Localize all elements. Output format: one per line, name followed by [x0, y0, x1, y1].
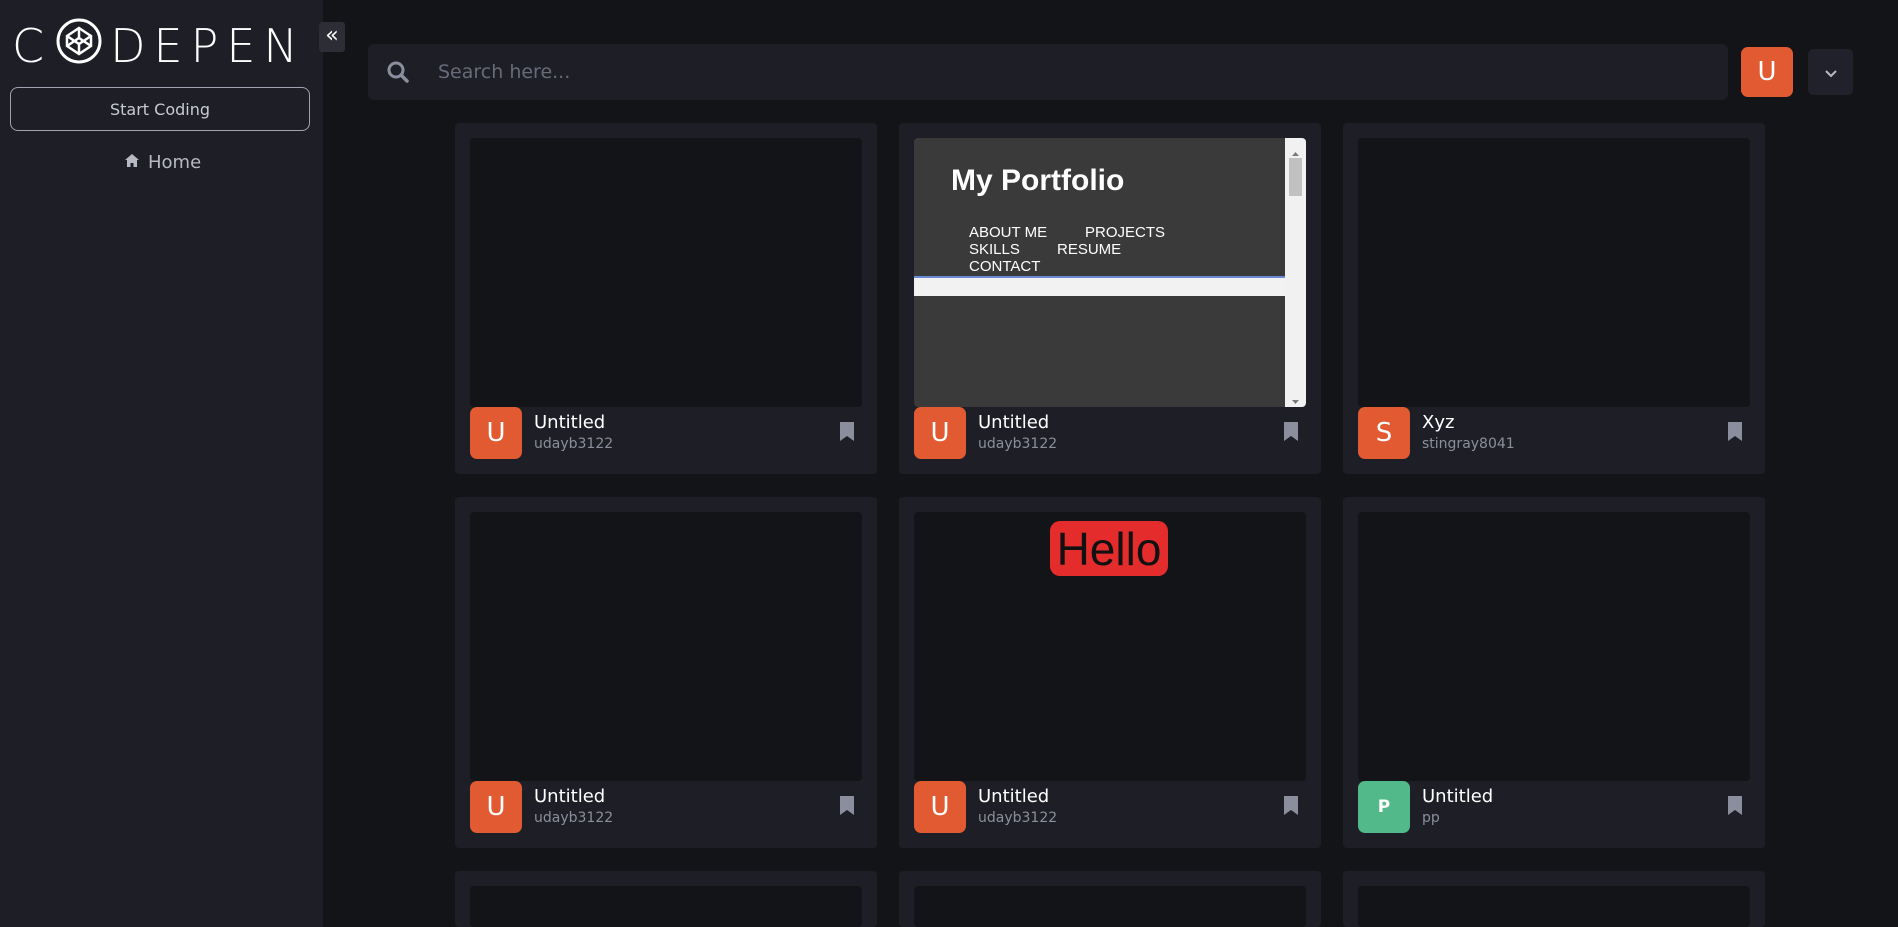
- portfolio-nav-item: PROJECTS: [1085, 224, 1166, 241]
- project-card[interactable]: [455, 871, 877, 927]
- bookmark-icon[interactable]: [839, 795, 855, 820]
- home-icon: [124, 152, 140, 173]
- sidebar: C DEPEN Start Coding Home: [0, 0, 323, 927]
- bookmark-icon[interactable]: [1283, 795, 1299, 820]
- project-username[interactable]: udayb3122: [534, 810, 613, 826]
- project-preview[interactable]: [1358, 138, 1750, 407]
- chevron-down-icon: [1824, 63, 1838, 82]
- avatar[interactable]: U: [914, 781, 966, 833]
- avatar[interactable]: U: [914, 407, 966, 459]
- codepen-logo[interactable]: C DEPEN: [12, 18, 306, 73]
- project-card[interactable]: Hello U Untitled udayb3122: [899, 497, 1321, 848]
- logo-text-right: DEPEN: [110, 19, 306, 73]
- scroll-down-icon[interactable]: [1289, 392, 1302, 404]
- project-preview[interactable]: My Portfolio ABOUT ME PROJECTS SKILLS RE…: [914, 138, 1306, 407]
- project-preview[interactable]: [470, 512, 862, 781]
- project-card[interactable]: P Untitled pp: [1343, 497, 1765, 848]
- account-menu-button[interactable]: [1808, 49, 1853, 95]
- project-title[interactable]: Xyz: [1422, 412, 1454, 433]
- avatar[interactable]: U: [470, 407, 522, 459]
- portfolio-title: My Portfolio: [951, 164, 1125, 197]
- search-icon[interactable]: [372, 60, 424, 84]
- project-preview[interactable]: [470, 138, 862, 407]
- portfolio-nav-item: CONTACT: [969, 258, 1041, 275]
- portfolio-nav-item: RESUME: [1057, 241, 1122, 258]
- project-card[interactable]: S Xyz stingray8041: [1343, 123, 1765, 474]
- project-card[interactable]: U Untitled udayb3122: [455, 497, 877, 848]
- collapse-sidebar-icon[interactable]: «: [319, 22, 345, 52]
- bookmark-icon[interactable]: [1283, 421, 1299, 446]
- portfolio-divider: [914, 276, 1285, 296]
- avatar[interactable]: S: [1358, 407, 1410, 459]
- sidebar-item-label: Home: [148, 151, 202, 173]
- portfolio-nav-item: SKILLS: [969, 241, 1020, 258]
- bookmark-icon[interactable]: [1727, 421, 1743, 446]
- project-username[interactable]: udayb3122: [534, 436, 613, 452]
- scrollbar-thumb[interactable]: [1289, 158, 1302, 196]
- logo-text-left: C: [12, 19, 53, 73]
- codepen-cube-icon: [56, 18, 102, 75]
- portfolio-nav-item: ABOUT ME: [969, 224, 1048, 241]
- user-avatar[interactable]: U: [1741, 47, 1793, 97]
- bookmark-icon[interactable]: [1727, 795, 1743, 820]
- project-card[interactable]: [899, 871, 1321, 927]
- project-title[interactable]: Untitled: [978, 786, 1049, 807]
- hello-box: Hello: [1050, 521, 1168, 576]
- project-title[interactable]: Untitled: [978, 412, 1049, 433]
- project-preview[interactable]: [470, 886, 862, 927]
- project-card[interactable]: [1343, 871, 1765, 927]
- project-preview[interactable]: Hello: [914, 512, 1306, 781]
- avatar[interactable]: U: [470, 781, 522, 833]
- project-username[interactable]: pp: [1422, 810, 1440, 826]
- project-title[interactable]: Untitled: [534, 786, 605, 807]
- project-title[interactable]: Untitled: [1422, 786, 1493, 807]
- project-username[interactable]: udayb3122: [978, 436, 1057, 452]
- project-title[interactable]: Untitled: [534, 412, 605, 433]
- sidebar-item-home[interactable]: Home: [124, 150, 201, 174]
- project-card[interactable]: U Untitled udayb3122: [455, 123, 877, 474]
- project-username[interactable]: udayb3122: [978, 810, 1057, 826]
- project-card[interactable]: My Portfolio ABOUT ME PROJECTS SKILLS RE…: [899, 123, 1321, 474]
- search-bar: [368, 43, 1728, 101]
- search-input[interactable]: [424, 43, 1728, 101]
- project-username[interactable]: stingray8041: [1422, 436, 1515, 452]
- project-preview[interactable]: [1358, 512, 1750, 781]
- scroll-up-icon[interactable]: [1289, 144, 1302, 156]
- project-preview[interactable]: [914, 886, 1306, 927]
- start-coding-button[interactable]: Start Coding: [10, 87, 310, 131]
- project-preview[interactable]: [1358, 886, 1750, 927]
- bookmark-icon[interactable]: [839, 421, 855, 446]
- avatar[interactable]: P: [1358, 781, 1410, 833]
